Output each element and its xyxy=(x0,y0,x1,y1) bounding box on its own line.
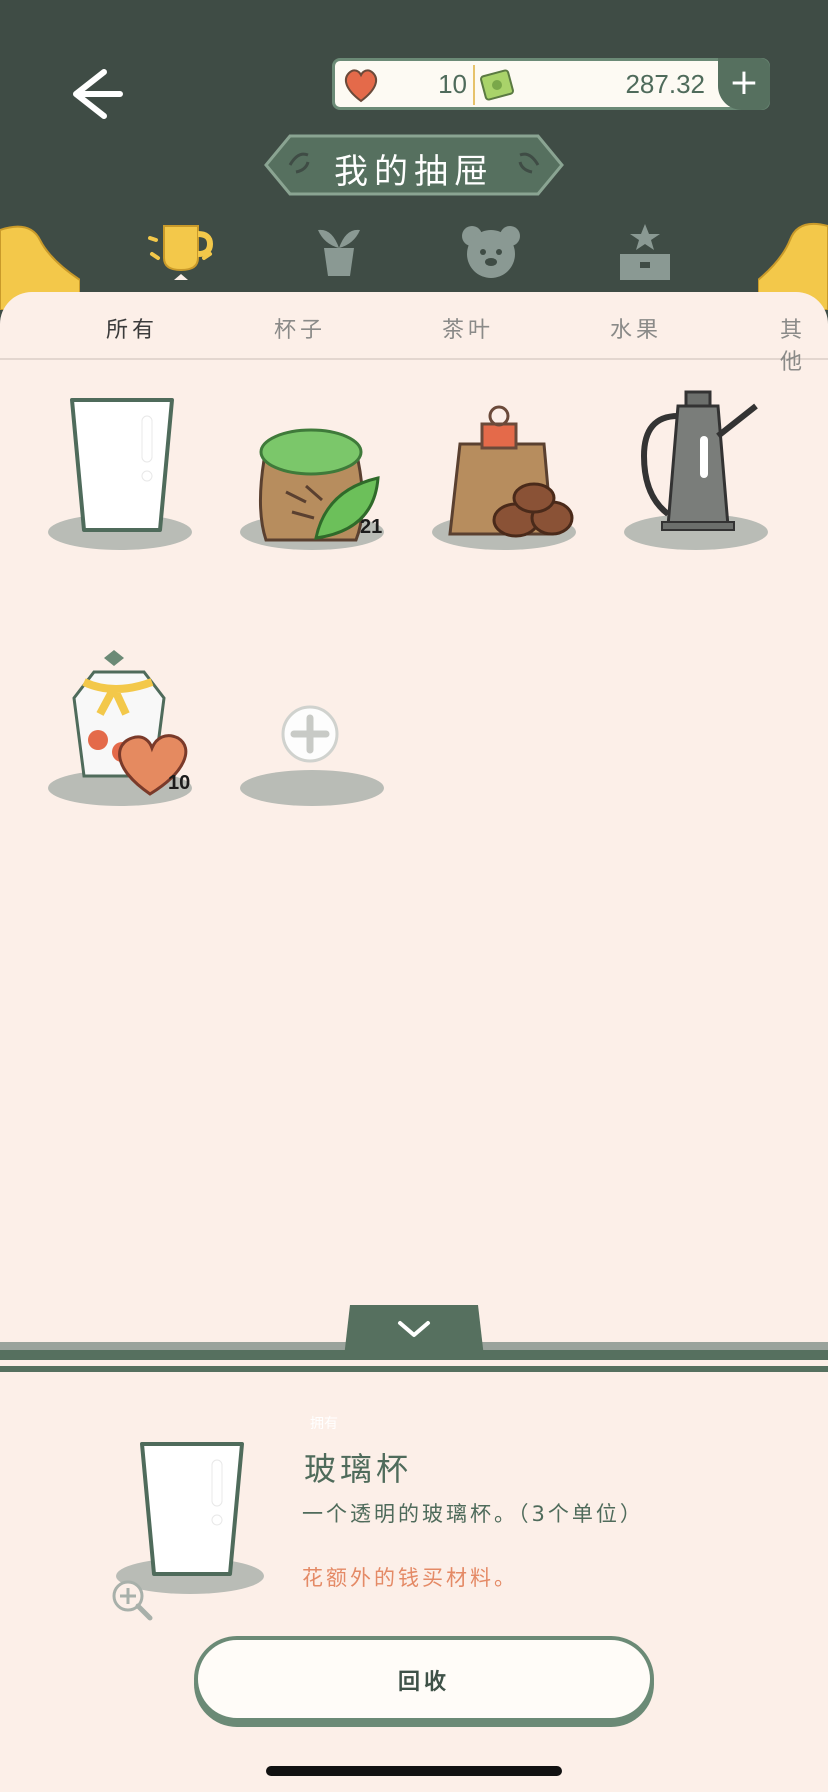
home-indicator[interactable] xyxy=(266,1766,562,1776)
currency-divider xyxy=(473,65,475,105)
recycle-label: 回收 xyxy=(397,1670,450,1695)
category-tab-awards[interactable] xyxy=(610,218,680,288)
coffee-pot-icon xyxy=(640,390,758,531)
subtab-other[interactable]: 其他 xyxy=(780,312,828,376)
subtab-cups[interactable]: 杯子 xyxy=(274,312,326,344)
arrow-left-icon xyxy=(73,69,123,119)
subtab-tea[interactable]: 茶叶 xyxy=(442,312,494,344)
subtab-all[interactable]: 所有 xyxy=(106,312,158,344)
item-name: 玻璃杯 xyxy=(304,1450,413,1488)
currency-bar: 10 287.32 + xyxy=(332,58,770,110)
item-count: 21 xyxy=(360,516,383,538)
cup-icon xyxy=(148,225,214,280)
heart-icon xyxy=(344,69,378,103)
add-item-slot[interactable] xyxy=(232,636,392,816)
item-description: 一个透明的玻璃杯。（3个单位） xyxy=(302,1502,644,1526)
recycle-button[interactable]: 回收 xyxy=(194,1636,654,1722)
item-tea-leaf-sack[interactable]: 21 xyxy=(232,380,392,560)
subtab-fruit[interactable]: 水果 xyxy=(610,312,662,344)
item-coffee-pot[interactable] xyxy=(616,380,776,560)
glass-cup-icon xyxy=(140,1442,244,1576)
item-count: 10 xyxy=(168,772,191,794)
plant-pot-icon xyxy=(318,229,360,276)
zoom-in-icon xyxy=(112,1580,153,1621)
category-tab-plants[interactable] xyxy=(304,218,374,288)
money-icon xyxy=(480,69,514,101)
plus-icon: + xyxy=(728,62,760,103)
glass-cup-icon xyxy=(70,398,174,532)
item-glass-cup[interactable] xyxy=(40,380,200,560)
money-amount: 287.32 xyxy=(625,69,705,99)
handle-shape xyxy=(344,1305,484,1357)
back-button[interactable] xyxy=(62,62,126,126)
subtab-bar: 所有 杯子 茶叶 水果 其他 xyxy=(0,300,828,375)
add-currency-button[interactable]: + xyxy=(718,58,770,110)
category-tab-cups[interactable] xyxy=(146,218,216,288)
coffee-bean-bag-icon xyxy=(448,405,574,538)
item-candy-jar-heart[interactable]: 10 xyxy=(40,636,200,816)
item-shadow xyxy=(240,770,384,806)
star-trophy-icon xyxy=(620,224,670,280)
owned-label: 拥有 xyxy=(310,1416,338,1432)
heart-count: 10 xyxy=(438,69,467,99)
plus-circle-icon xyxy=(281,705,339,763)
page-title-banner: 我的抽屉 xyxy=(260,130,568,200)
category-tab-bears[interactable] xyxy=(456,218,526,288)
item-hint: 花额外的钱买材料。 xyxy=(302,1566,518,1590)
zoom-button[interactable] xyxy=(110,1578,154,1622)
item-coffee-bean-bag[interactable] xyxy=(424,380,584,560)
bear-icon xyxy=(462,226,520,278)
collapse-detail-button[interactable] xyxy=(344,1305,484,1357)
page-title: 我的抽屉 xyxy=(334,152,494,192)
